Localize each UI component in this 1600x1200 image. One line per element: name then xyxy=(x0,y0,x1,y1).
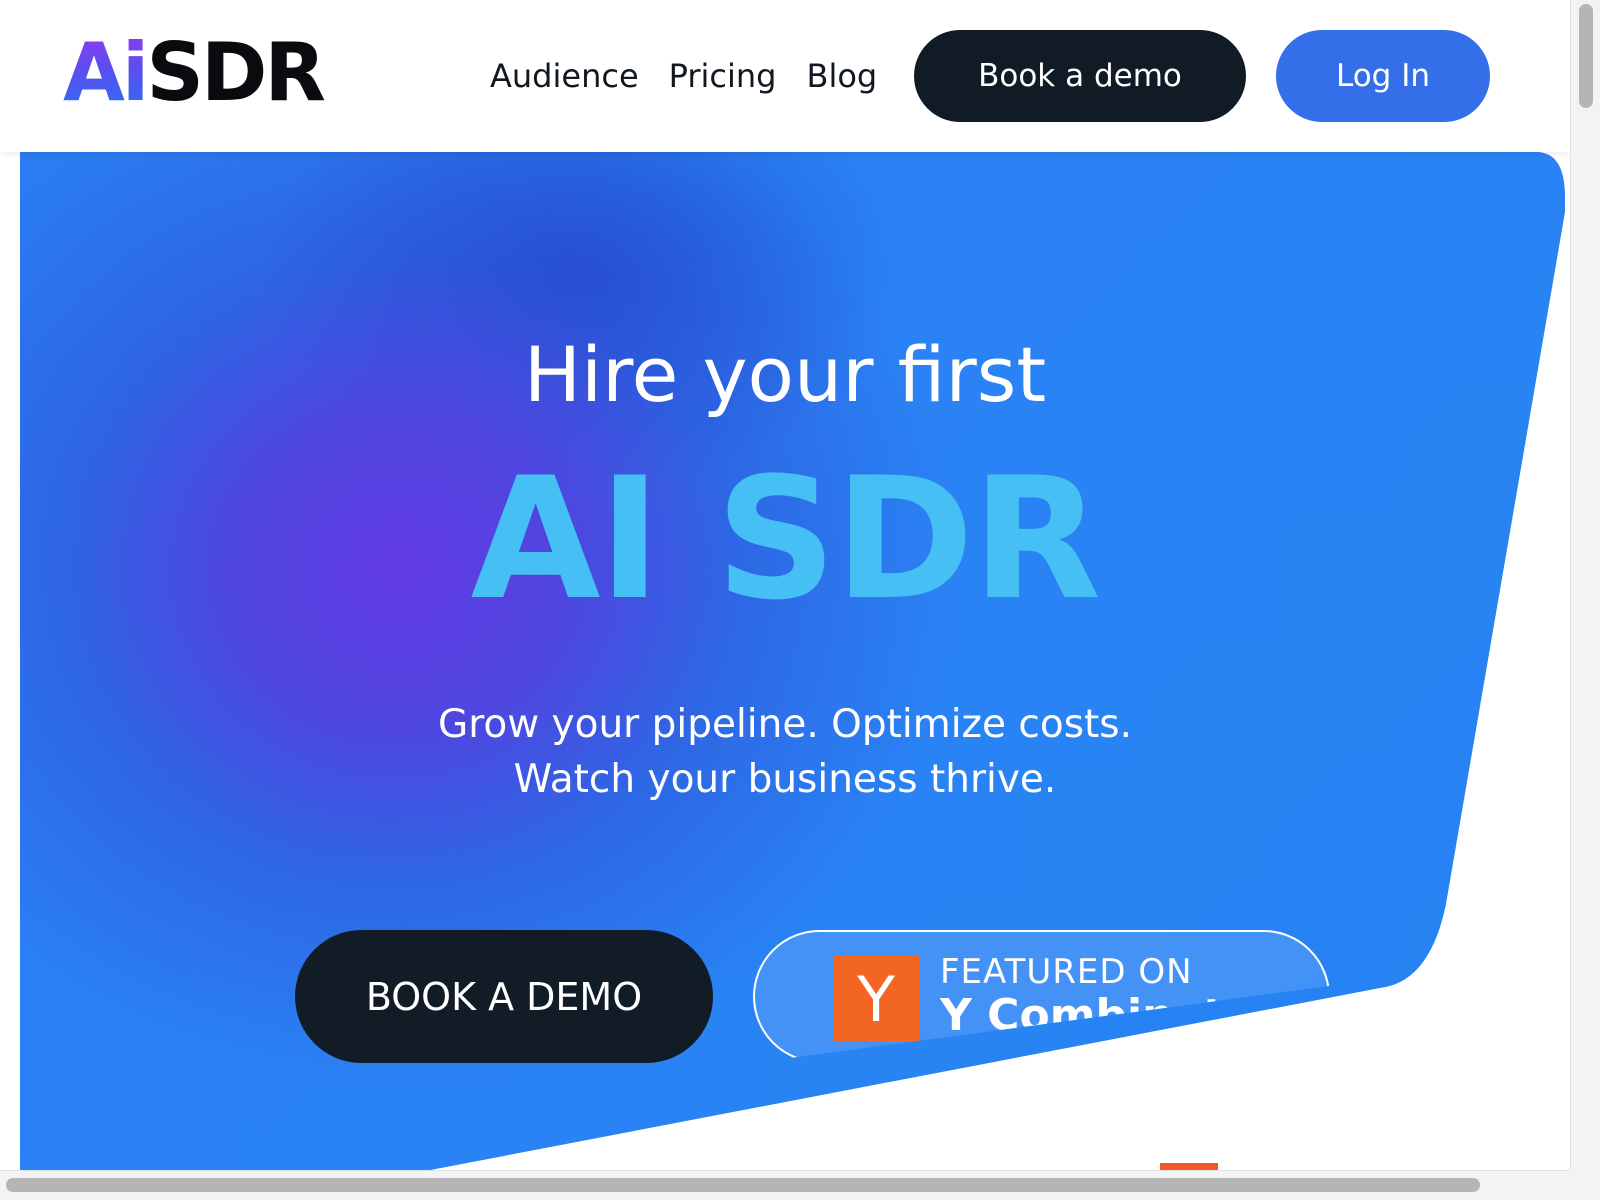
site-header: Ai SDR Audience Pricing Blog Book a demo … xyxy=(0,0,1570,152)
hero-subtitle-line2: Watch your business thrive. xyxy=(513,757,1057,802)
vertical-scrollbar-thumb[interactable] xyxy=(1579,4,1593,108)
horizontal-scrollbar-thumb[interactable] xyxy=(6,1178,1480,1192)
y-combinator-logo-icon: Y xyxy=(833,956,919,1042)
hero-title-line1: Hire your first xyxy=(523,330,1047,419)
horizontal-scrollbar[interactable] xyxy=(0,1170,1600,1200)
hero-title-line2: AI SDR xyxy=(470,441,1102,637)
login-button[interactable]: Log In xyxy=(1276,30,1490,122)
yc-featured-label: FEATURED ON xyxy=(940,952,1193,992)
logo-sdr-text: SDR xyxy=(146,26,326,119)
hero-subtitle-line1: Grow your pipeline. Optimize costs. xyxy=(437,702,1133,747)
main-nav: Audience Pricing Blog xyxy=(490,30,907,122)
book-demo-hero-button[interactable]: BOOK A DEMO xyxy=(295,930,713,1063)
scrollbar-corner xyxy=(1570,1170,1600,1200)
vertical-scrollbar[interactable] xyxy=(1570,0,1600,1170)
orange-accent-bar xyxy=(1160,1163,1218,1170)
nav-link-blog[interactable]: Blog xyxy=(806,57,877,95)
nav-link-audience[interactable]: Audience xyxy=(490,57,639,95)
book-demo-header-button[interactable]: Book a demo xyxy=(914,30,1246,122)
aisdr-logo[interactable]: Ai SDR xyxy=(63,26,326,119)
logo-ai-text: Ai xyxy=(63,26,149,119)
nav-link-pricing[interactable]: Pricing xyxy=(669,57,777,95)
page-viewport: Ai SDR Audience Pricing Blog Book a demo … xyxy=(0,0,1570,1170)
